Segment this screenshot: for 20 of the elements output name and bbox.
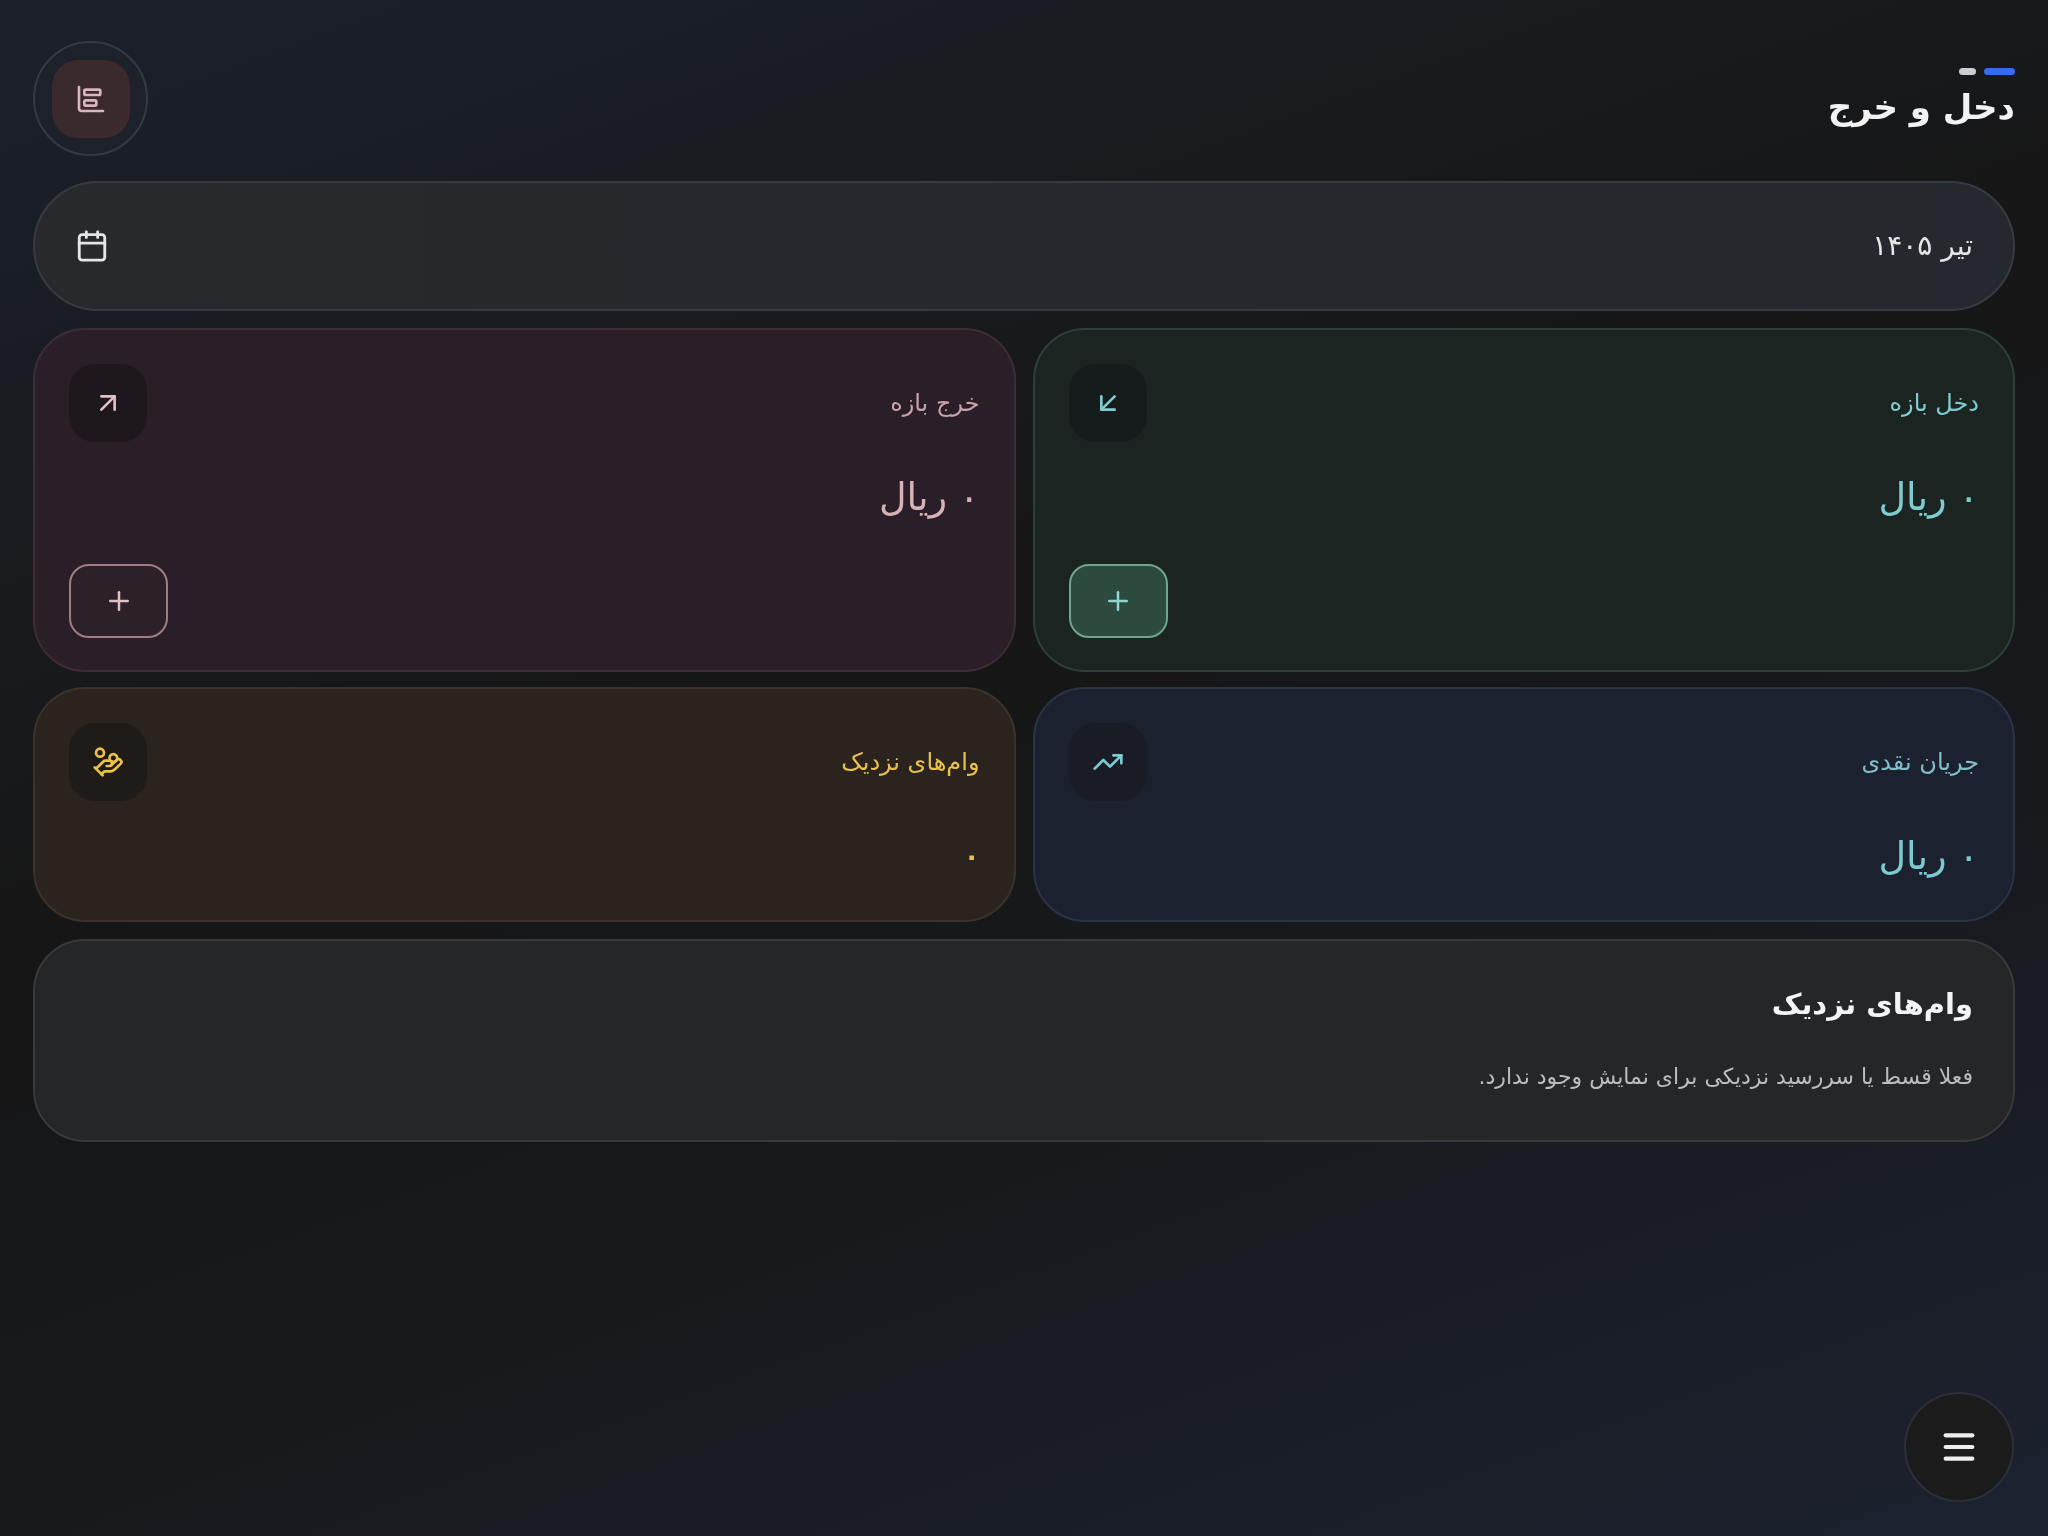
card-title: خرج بازه	[890, 388, 980, 419]
card-title: وام‌های نزدیک	[841, 747, 980, 778]
amount-text: ۰ ریال	[1878, 474, 1979, 521]
app-title: دخل و خرج	[1827, 86, 2015, 129]
calendar-icon	[75, 229, 109, 263]
hand-coins-icon	[69, 723, 147, 801]
panel-title: وام‌های نزدیک	[1771, 986, 1973, 1023]
card-title: جریان نقدی	[1861, 747, 1979, 778]
arrow-up-right-icon	[69, 364, 147, 442]
date-selector[interactable]: تیر ۱۴۰۵	[33, 181, 2015, 311]
card-title: دخل بازه	[1889, 388, 1979, 419]
trend-up-icon	[1068, 723, 1147, 801]
empty-message: فعلا قسط یا سررسید نزدیکی برای نمایش وجود ندارد.	[1478, 1063, 1973, 1091]
add-button[interactable]	[1068, 564, 1168, 638]
amount-text: ۰	[963, 840, 980, 873]
add-button[interactable]	[69, 564, 168, 638]
bar-chart-icon	[51, 59, 130, 138]
arrow-down-left-icon	[1068, 364, 1147, 442]
amount-text: ۰ ریال	[878, 474, 980, 521]
amount-text: ۰ ریال	[1878, 833, 1979, 880]
